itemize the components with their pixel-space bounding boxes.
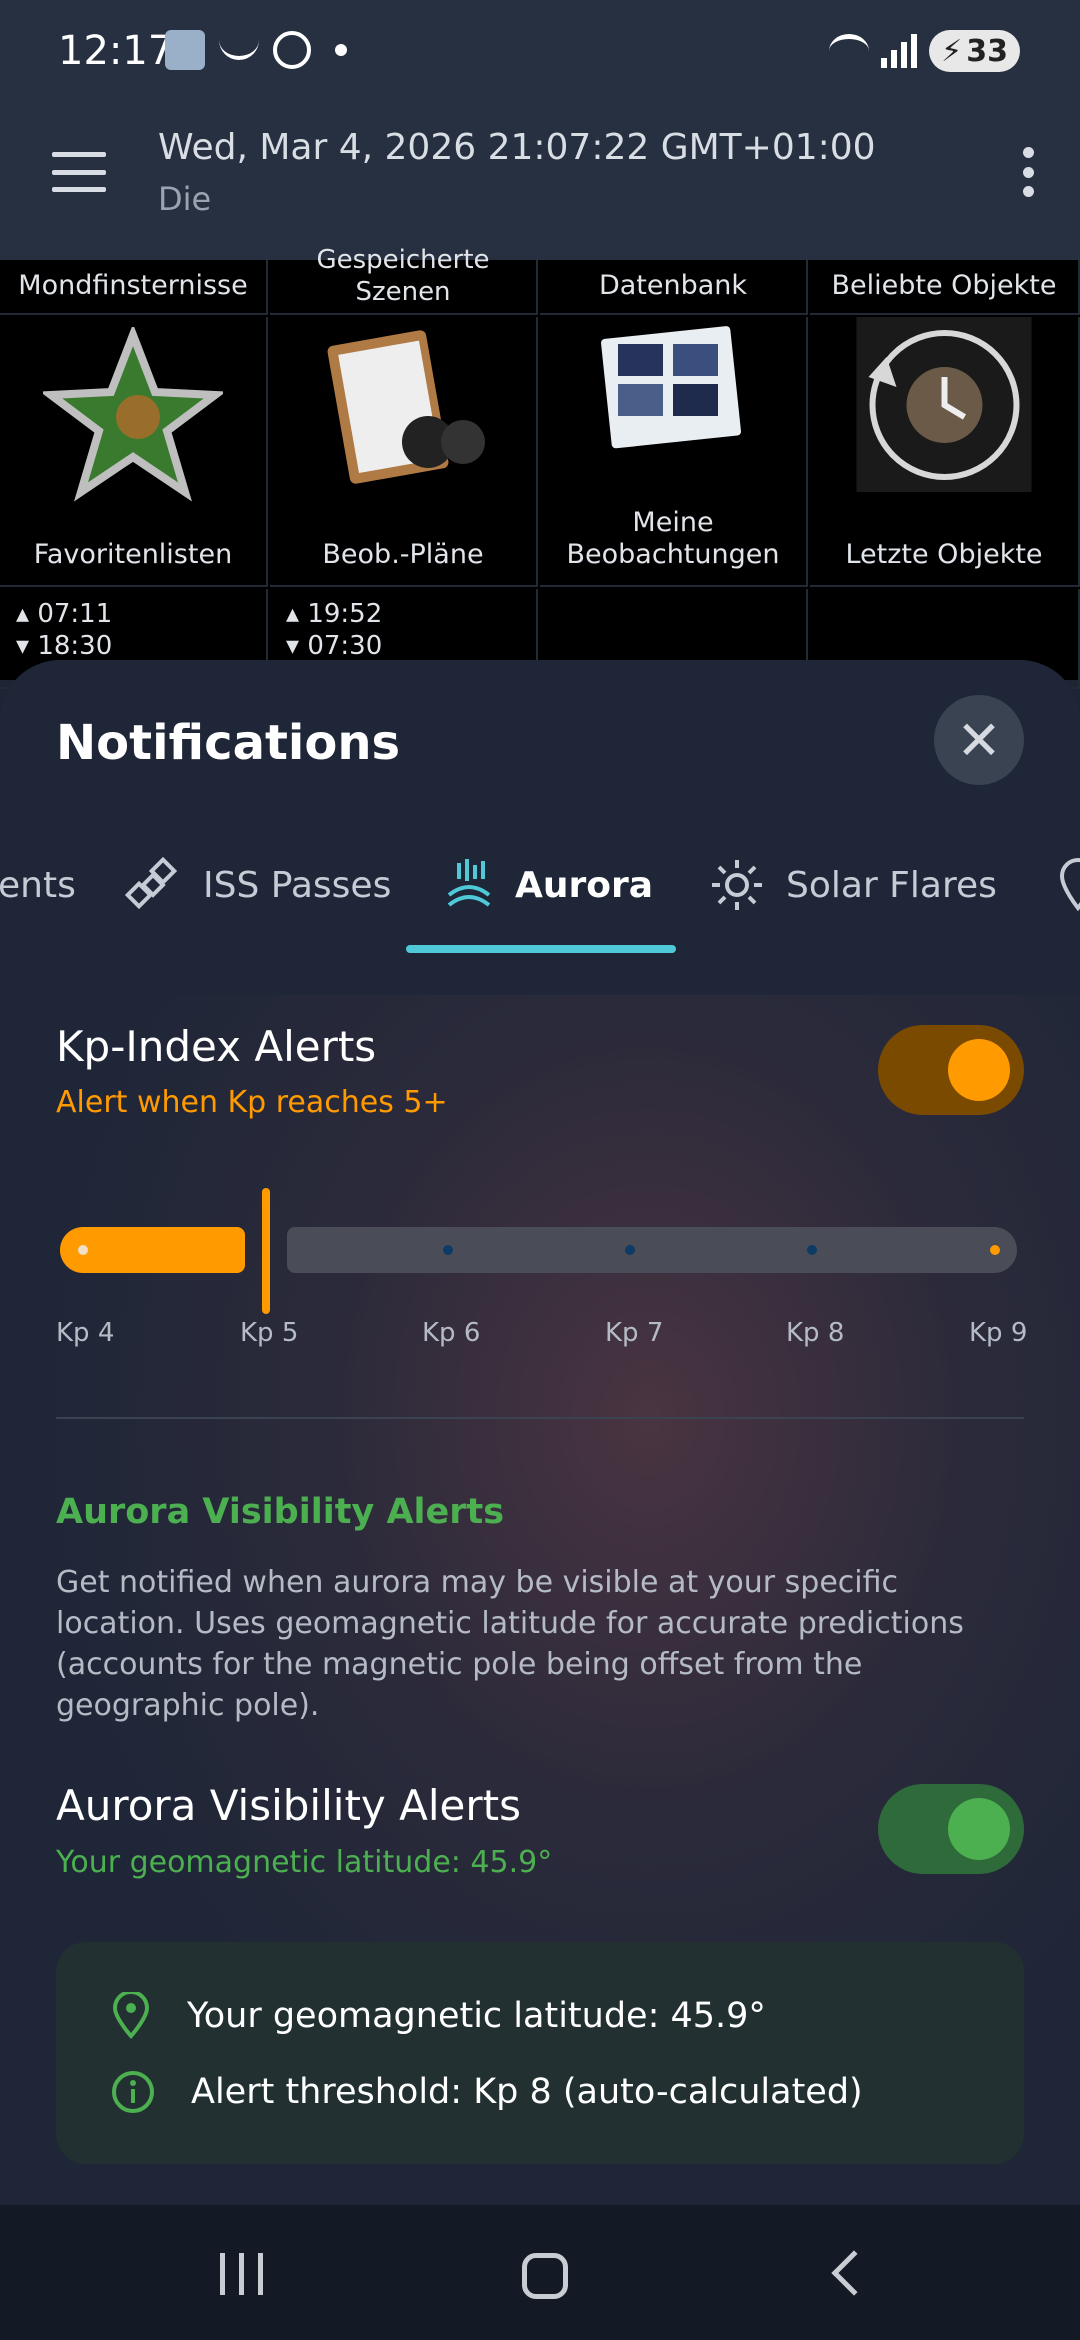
more-options-icon[interactable] (1023, 147, 1035, 197)
tab-solar-flares[interactable]: Solar Flares (710, 820, 997, 950)
kp-label: Kp 5 (240, 1318, 299, 1348)
clipboard-binoculars-icon (327, 330, 485, 484)
location-pin-icon (112, 1992, 150, 2040)
star-icon (43, 327, 223, 502)
app-bar-title: Wed, Mar 4, 2026 21:07:22 GMT+01:00 (158, 127, 876, 168)
aurora-visibility-heading: Aurora Visibility Alerts (56, 1492, 505, 1532)
info-threshold-row: Alert threshold: Kp 8 (auto-calculated) (111, 2070, 863, 2114)
grid-cell-favorites[interactable]: Favoritenlisten (0, 317, 268, 587)
active-tab-indicator (406, 945, 676, 953)
kp-label: Kp 6 (422, 1318, 481, 1348)
amazon-icon (219, 40, 259, 60)
status-time: 12:17 (58, 28, 174, 74)
grid-cell-eclipses[interactable]: Mondfinsternisse (0, 260, 268, 315)
info-icon (112, 2071, 154, 2113)
recent-apps-button[interactable] (220, 2253, 263, 2295)
kp-label: Kp 7 (605, 1318, 664, 1348)
grid-cell-saved-scenes[interactable]: Gespeicherte Szenen (270, 245, 538, 315)
kp-alerts-title: Kp-Index Alerts (56, 1022, 377, 1071)
tab-aurora[interactable]: Aurora (445, 820, 653, 950)
notification-tabs: ents ISS Passes Aurora Solar Flares (0, 820, 1080, 960)
charging-icon: ⚡ (941, 33, 963, 69)
aurora-visibility-title: Aurora Visibility Alerts (56, 1781, 521, 1830)
globe-icon (273, 31, 311, 69)
battery-level: 33 (966, 33, 1008, 69)
system-navigation-bar (0, 2205, 1080, 2340)
slider-tick (625, 1245, 635, 1255)
aurora-icon (447, 859, 491, 907)
satellite-icon (125, 857, 178, 910)
app-bar: Wed, Mar 4, 2026 21:07:22 GMT+01:00 Die (0, 105, 1080, 260)
tab-location[interactable] (1058, 820, 1080, 950)
kp-alerts-subtitle: Alert when Kp reaches 5+ (56, 1085, 448, 1120)
kp-label: Kp 9 (969, 1318, 1028, 1348)
hamburger-menu-icon[interactable] (52, 152, 106, 192)
sun-icon (712, 860, 762, 910)
info-latitude-row: Your geomagnetic latitude: 45.9° (111, 1992, 766, 2040)
grid-cell-database[interactable]: Datenbank (540, 260, 808, 315)
app-notification-icon (165, 30, 205, 70)
kp-label: Kp 8 (786, 1318, 845, 1348)
kp-alerts-toggle[interactable] (878, 1025, 1024, 1115)
sheet-title: Notifications (56, 715, 401, 771)
location-pin-icon (1059, 858, 1080, 912)
signal-icon (881, 34, 918, 68)
aurora-info-box: Your geomagnetic latitude: 45.9° Alert t… (56, 1942, 1024, 2164)
section-divider (56, 1417, 1024, 1419)
back-button[interactable] (831, 2250, 877, 2296)
close-icon: ✕ (956, 708, 1002, 772)
aurora-visibility-description: Get notified when aurora may be visible … (56, 1565, 964, 1723)
tab-iss-passes[interactable]: ISS Passes (125, 820, 391, 950)
slider-tick (78, 1245, 88, 1255)
photo-album-icon (601, 326, 742, 449)
slider-tick (443, 1245, 453, 1255)
feature-grid: Mondfinsternisse Gespeicherte Szenen Dat… (0, 245, 1080, 689)
aurora-visibility-subtitle: Your geomagnetic latitude: 45.9° (56, 1845, 553, 1880)
status-notification-icons (165, 30, 347, 70)
home-button[interactable] (522, 2253, 568, 2299)
app-bar-subtitle: Die (158, 180, 212, 218)
slider-inactive-track (287, 1227, 1017, 1273)
status-system-icons: ⚡ 33 (829, 30, 1020, 72)
more-notifications-dot-icon (335, 44, 347, 56)
grid-cell-observation-plans[interactable]: Beob.-Pläne (270, 317, 538, 587)
wifi-icon (829, 34, 870, 68)
close-button[interactable]: ✕ (934, 695, 1024, 785)
aurora-visibility-toggle[interactable] (878, 1784, 1024, 1874)
slider-tick (807, 1245, 817, 1255)
grid-cell-popular-objects[interactable]: Beliebte Objekte (810, 260, 1080, 315)
slider-tick (990, 1245, 1000, 1255)
slider-thumb[interactable] (262, 1188, 270, 1314)
status-bar: 12:17 ⚡ 33 (0, 0, 1080, 105)
battery-indicator: ⚡ 33 (929, 30, 1020, 72)
history-galaxy-icon (856, 317, 1032, 492)
grid-cell-recent-objects[interactable]: Letzte Objekte (810, 317, 1080, 587)
grid-cell-my-observations[interactable]: Meine Beobachtungen (540, 317, 808, 587)
kp-label: Kp 4 (56, 1318, 115, 1348)
tab-events[interactable]: ents (0, 820, 76, 950)
